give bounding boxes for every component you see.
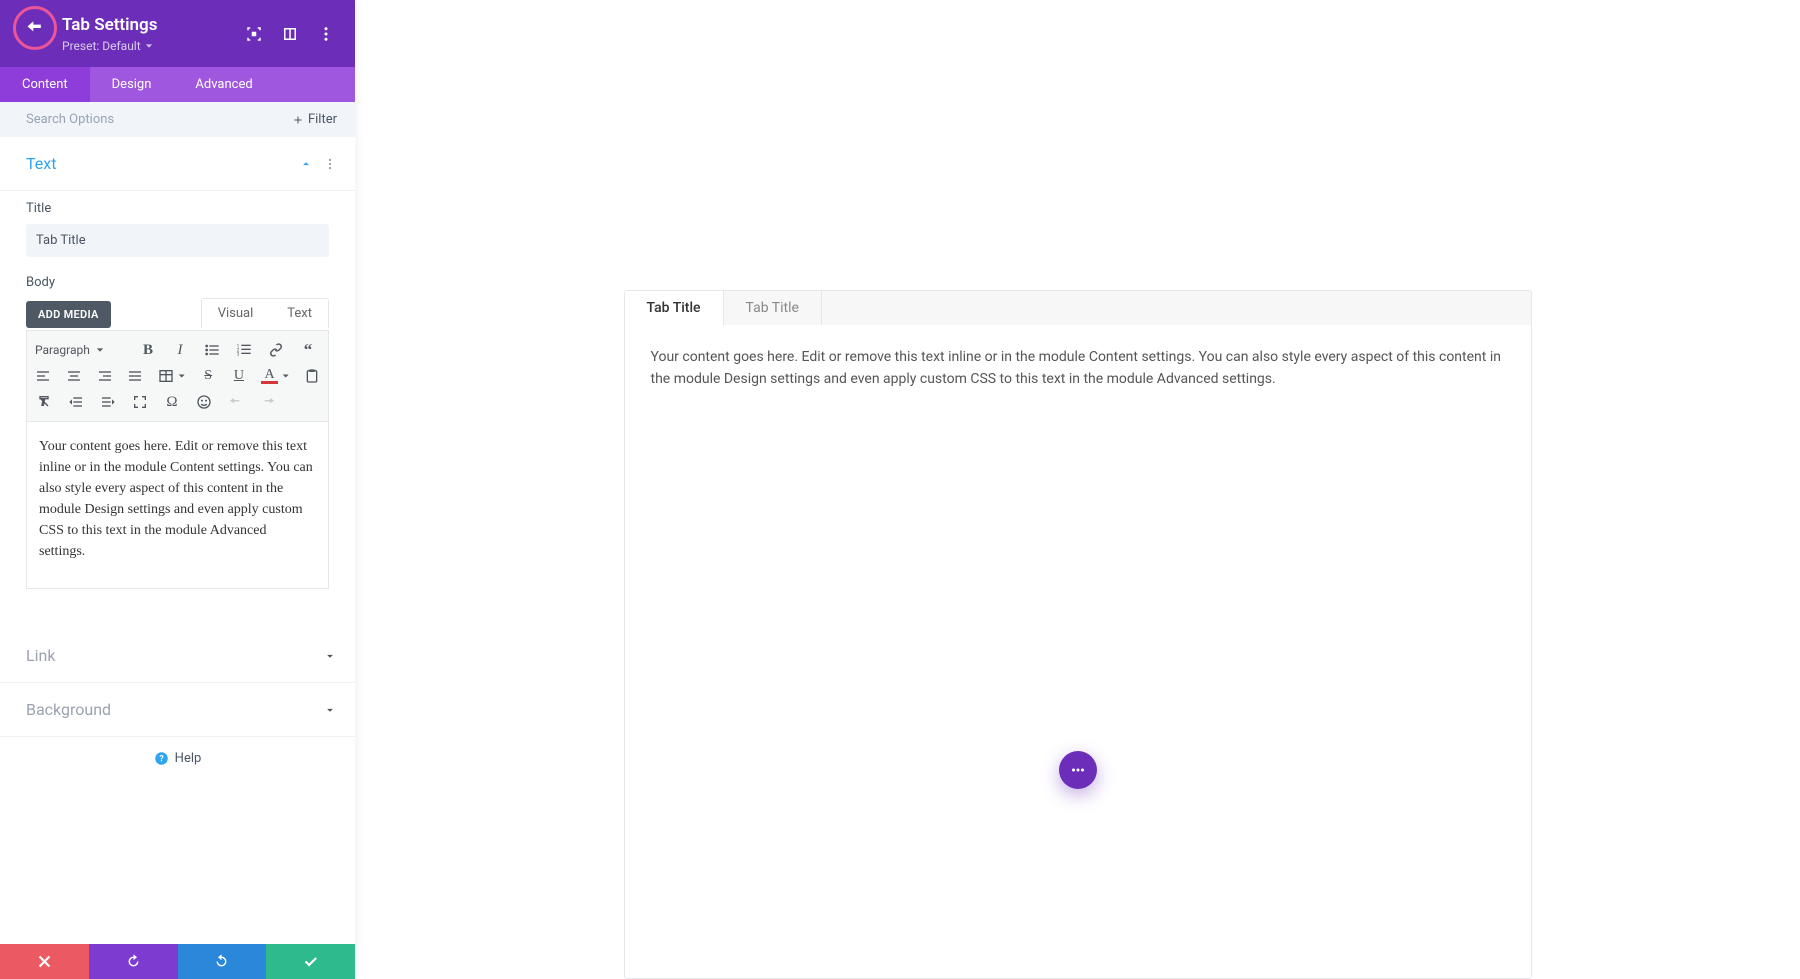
format-select[interactable]: Paragraph [35,343,125,357]
header-title-box: Tab Settings Preset: Default [62,15,157,53]
section-text: Text Title Body ADD MEDIA Visual Text [0,137,355,629]
caret-down-icon[interactable] [178,372,185,380]
align-justify-button[interactable] [127,367,144,385]
search-row: Filter [0,102,355,137]
strike-button[interactable]: S [200,367,217,385]
kebab-menu-icon[interactable] [323,157,337,171]
preview-tab-1[interactable]: Tab Title [625,291,724,325]
save-button[interactable] [266,944,355,979]
check-icon [302,953,319,970]
mode-text[interactable]: Text [271,299,328,328]
help-icon: ? [154,751,169,766]
indent-button[interactable] [99,393,117,411]
panel-title: Tab Settings [62,15,157,35]
svg-text:?: ? [159,755,164,765]
emoji-button[interactable] [195,393,213,411]
editor-content[interactable]: Your content goes here. Edit or remove t… [26,422,329,589]
settings-panel: Tab Settings Preset: Default Content Des… [0,0,355,979]
add-media-button[interactable]: ADD MEDIA [26,301,111,328]
undo-history-button[interactable] [89,944,178,979]
redo-button[interactable] [259,393,277,411]
section-link: Link [0,629,355,683]
footer-bar [0,944,355,979]
expand-panel-icon[interactable] [281,25,299,43]
special-char-button[interactable]: Ω [163,393,181,411]
outdent-button[interactable] [67,393,85,411]
panel-tabs: Content Design Advanced [0,67,355,102]
floating-action-button[interactable] [1059,751,1097,789]
bold-button[interactable]: B [139,341,157,359]
search-input[interactable] [26,112,286,127]
bullet-list-button[interactable] [203,341,221,359]
align-right-button[interactable] [96,367,113,385]
redo-icon [213,953,230,970]
svg-text:3: 3 [237,351,240,357]
snap-icon[interactable] [245,25,263,43]
editor-toolbar: Paragraph B I 123 “ [26,330,329,422]
section-background: Background [0,683,355,737]
preset-selector[interactable]: Preset: Default [62,39,157,53]
undo-icon [125,953,142,970]
help-link[interactable]: ? Help [0,737,355,780]
title-input[interactable] [26,224,329,257]
body-label: Body [26,275,329,290]
chevron-down-icon [323,649,337,663]
plus-icon [292,114,304,126]
link-button[interactable] [267,341,285,359]
number-list-button[interactable]: 123 [235,341,253,359]
close-icon [36,953,53,970]
quote-button[interactable]: “ [299,341,317,359]
panel-header: Tab Settings Preset: Default [0,0,355,67]
preview-tab-2[interactable]: Tab Title [724,291,822,325]
preview-tab-content: Your content goes here. Edit or remove t… [625,325,1531,424]
table-button[interactable] [158,367,175,385]
section-link-header[interactable]: Link [0,629,355,683]
tab-advanced[interactable]: Advanced [173,67,274,102]
section-background-header[interactable]: Background [0,683,355,737]
fullscreen-button[interactable] [131,393,149,411]
editor-modes: Visual Text [201,298,329,328]
scroll-area: Text Title Body ADD MEDIA Visual Text [0,137,355,944]
text-color-button[interactable]: A [261,368,278,384]
title-field: Title [26,201,329,257]
tabs-module: Tab Title Tab Title Your content goes he… [624,290,1532,979]
tab-content[interactable]: Content [0,67,90,102]
back-arrow-icon [25,18,45,38]
tabs-head: Tab Title Tab Title [625,291,1531,325]
underline-button[interactable]: U [231,367,248,385]
italic-button[interactable]: I [171,341,189,359]
body-field: Body ADD MEDIA Visual Text Paragraph [26,275,329,589]
caret-down-icon[interactable] [282,372,289,380]
back-button[interactable] [13,6,57,50]
ellipsis-icon [1069,761,1087,779]
align-center-button[interactable] [66,367,83,385]
undo-button[interactable] [227,393,245,411]
paste-button[interactable] [303,367,320,385]
clear-format-button[interactable] [35,393,53,411]
preview-area: Tab Title Tab Title Your content goes he… [355,0,1800,979]
redo-history-button[interactable] [178,944,267,979]
tab-design[interactable]: Design [90,67,174,102]
section-text-header[interactable]: Text [0,137,355,191]
chevron-down-icon [323,703,337,717]
caret-down-icon [145,42,153,50]
filter-button[interactable]: Filter [286,108,343,131]
title-label: Title [26,201,329,216]
caret-down-icon [96,346,104,354]
cancel-button[interactable] [0,944,89,979]
align-left-button[interactable] [35,367,52,385]
mode-visual[interactable]: Visual [202,299,270,328]
chevron-up-icon [299,157,313,171]
kebab-menu-icon[interactable] [317,25,335,43]
